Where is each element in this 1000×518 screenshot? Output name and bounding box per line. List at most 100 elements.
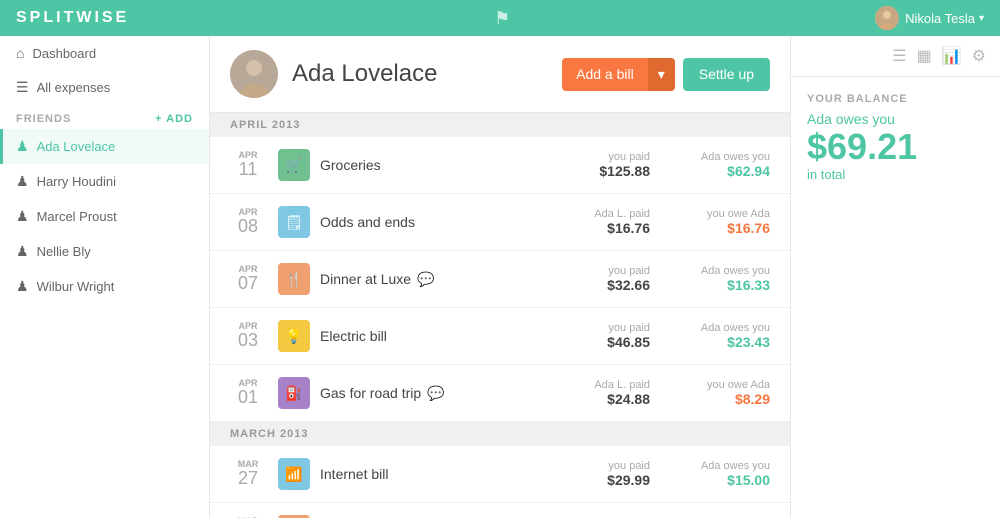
expense-icon: 🛒 <box>278 149 310 181</box>
paid-by-amount: $24.88 <box>594 391 650 407</box>
contact-name: Ada Lovelace <box>292 60 546 88</box>
friend-name: Marcel Proust <box>37 209 117 224</box>
friends-section-label: FRIENDS <box>16 113 71 125</box>
dashboard-icon: ⌂ <box>16 45 24 61</box>
table-row[interactable]: APR 01 ⛽ Gas for road trip 💬 Ada L. paid… <box>210 365 790 422</box>
calendar-icon[interactable]: ▦ <box>917 46 932 66</box>
expense-day: 07 <box>230 274 266 294</box>
paid-by-label: you paid <box>599 151 650 163</box>
owe-label: Ada owes you <box>670 460 770 472</box>
table-row[interactable]: APR 11 🛒 Groceries you paid $125.88 Ada … <box>210 137 790 194</box>
owe-label: you owe Ada <box>670 208 770 220</box>
expense-owe: Ada owes you $15.00 <box>670 460 770 488</box>
expense-name: Groceries <box>320 157 599 173</box>
table-row[interactable]: APR 07 🍴 Dinner at Luxe 💬 you paid $32.6… <box>210 251 790 308</box>
expense-day: 03 <box>230 331 266 351</box>
expense-icon: 🗒 <box>278 206 310 238</box>
flag-icon[interactable]: ⚑ <box>494 8 510 29</box>
owe-amount: $8.29 <box>670 391 770 407</box>
sidebar-item-all-expenses-label: All expenses <box>37 80 111 95</box>
expense-paid-by: you paid $125.88 <box>599 151 650 179</box>
sidebar-item-friend[interactable]: ♟ Nellie Bly <box>0 234 209 269</box>
expense-owe: Ada owes you $16.33 <box>670 265 770 293</box>
paid-by-amount: $32.66 <box>607 277 650 293</box>
owe-label: you owe Ada <box>670 379 770 391</box>
right-panel: ☰ ▦ 📊 ⚙ YOUR BALANCE Ada owes you $69.21… <box>790 36 1000 518</box>
table-row[interactable]: APR 08 🗒 Odds and ends Ada L. paid $16.7… <box>210 194 790 251</box>
add-bill-button[interactable]: Add a bill <box>562 58 648 91</box>
expense-date: APR 07 <box>230 264 266 294</box>
settings-icon[interactable]: ⚙ <box>972 46 986 66</box>
expense-paid-by: you paid $32.66 <box>607 265 650 293</box>
paid-by-label: Ada L. paid <box>594 208 650 220</box>
action-buttons: Add a bill ▾ Settle up <box>562 58 770 91</box>
sidebar-item-dashboard[interactable]: ⌂ Dashboard <box>0 36 209 70</box>
paid-by-amount: $46.85 <box>607 334 650 350</box>
expense-date: APR 08 <box>230 207 266 237</box>
owe-label: Ada owes you <box>670 265 770 277</box>
owe-amount: $62.94 <box>670 163 770 179</box>
expense-paid-by: you paid $29.99 <box>607 460 650 488</box>
expense-day: 08 <box>230 217 266 237</box>
balance-amount: $69.21 <box>807 127 984 167</box>
sidebar-item-friend[interactable]: ♟ Marcel Proust <box>0 199 209 234</box>
settle-up-button[interactable]: Settle up <box>683 58 770 91</box>
friend-name: Nellie Bly <box>37 244 91 259</box>
paid-by-label: you paid <box>607 265 650 277</box>
expense-owe: you owe Ada $8.29 <box>670 379 770 407</box>
user-menu[interactable]: Nikola Tesla ▾ <box>875 6 984 30</box>
expense-icon: 📶 <box>278 458 310 490</box>
expense-day: 27 <box>230 469 266 489</box>
paid-by-label: you paid <box>607 460 650 472</box>
friend-name: Harry Houdini <box>37 174 116 189</box>
balance-section: YOUR BALANCE Ada owes you $69.21 in tota… <box>791 77 1000 198</box>
expense-paid-by: Ada L. paid $24.88 <box>594 379 650 407</box>
person-icon: ♟ <box>16 173 29 190</box>
friends-section-header: FRIENDS + add <box>0 105 209 129</box>
expense-date: MAR 27 <box>230 459 266 489</box>
chart-icon[interactable]: 📊 <box>942 46 962 66</box>
table-row[interactable]: APR 03 💡 Electric bill you paid $46.85 A… <box>210 308 790 365</box>
expense-date: APR 01 <box>230 378 266 408</box>
paid-by-label: you paid <box>607 322 650 334</box>
sidebar-item-friend[interactable]: ♟ Wilbur Wright <box>0 269 209 304</box>
person-icon: ♟ <box>16 208 29 225</box>
sidebar-item-friend[interactable]: ♟Ada Lovelace <box>0 129 209 164</box>
owe-amount: $16.76 <box>670 220 770 236</box>
expense-name: Odds and ends <box>320 214 594 230</box>
friend-name: Wilbur Wright <box>37 279 115 294</box>
table-row[interactable]: MAR 27 📶 Internet bill you paid $29.99 A… <box>210 446 790 503</box>
expense-date: APR 03 <box>230 321 266 351</box>
expense-owe: Ada owes you $23.43 <box>670 322 770 350</box>
owe-label: Ada owes you <box>670 322 770 334</box>
friends-list: ♟Ada Lovelace♟Harry Houdini♟Marcel Prous… <box>0 129 209 304</box>
expense-name: Electric bill <box>320 328 607 344</box>
app-logo: SPLITWISE <box>16 9 129 27</box>
sidebar-item-friend[interactable]: ♟ Harry Houdini <box>0 164 209 199</box>
comment-icon: 💬 <box>427 385 444 402</box>
list-icon: ☰ <box>16 79 29 96</box>
add-bill-caret-button[interactable]: ▾ <box>648 58 675 91</box>
expenses-list: APRIL 2013 APR 11 🛒 Groceries you paid $… <box>210 113 790 518</box>
paid-by-amount: $125.88 <box>599 163 650 179</box>
expense-owe: Ada owes you $62.94 <box>670 151 770 179</box>
expense-paid-by: you paid $46.85 <box>607 322 650 350</box>
person-icon: ♟ <box>16 243 29 260</box>
main-layout: ⌂ Dashboard ☰ All expenses FRIENDS + add… <box>0 36 1000 518</box>
month-header: MARCH 2013 <box>210 422 790 446</box>
list-view-icon[interactable]: ☰ <box>892 46 906 66</box>
add-friend-link[interactable]: + add <box>155 113 193 125</box>
sidebar-item-all-expenses[interactable]: ☰ All expenses <box>0 70 209 105</box>
table-row[interactable]: MAR 16 📱 Movie ticket you paid $11.50 Ad… <box>210 503 790 518</box>
expense-date: APR 11 <box>230 150 266 180</box>
expense-icon: 🍴 <box>278 263 310 295</box>
avatar <box>875 6 899 30</box>
month-header: APRIL 2013 <box>210 113 790 137</box>
top-nav: SPLITWISE ⚑ Nikola Tesla ▾ <box>0 0 1000 36</box>
person-icon: ♟ <box>16 138 29 155</box>
expense-paid-by: Ada L. paid $16.76 <box>594 208 650 236</box>
expense-name: Internet bill <box>320 466 607 482</box>
content-area: Ada Lovelace Add a bill ▾ Settle up APRI… <box>210 36 790 518</box>
person-icon: ♟ <box>16 278 29 295</box>
owe-label: Ada owes you <box>670 151 770 163</box>
